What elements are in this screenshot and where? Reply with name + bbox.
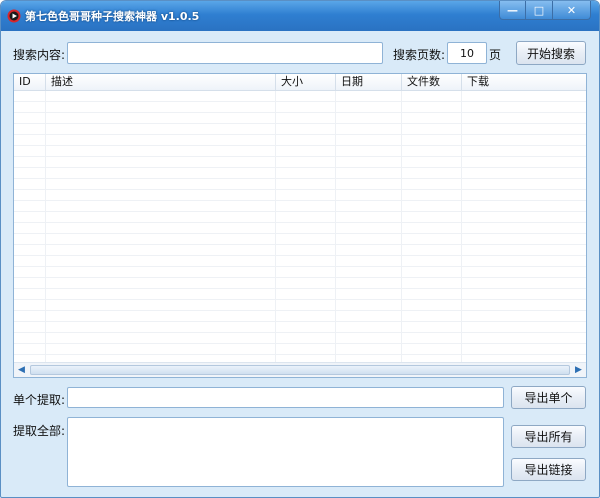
search-input[interactable] — [67, 42, 383, 64]
export-all-button[interactable]: 导出所有 — [511, 425, 586, 448]
close-icon: ✕ — [567, 4, 576, 17]
search-pages-label: 搜索页数: — [393, 46, 445, 63]
column-header-size[interactable]: 大小 — [276, 74, 336, 91]
chevron-left-icon: ◀ — [18, 365, 25, 375]
minimize-button[interactable]: — — [499, 1, 526, 20]
maximize-button[interactable]: □ — [526, 1, 553, 20]
app-window: 第七色色哥哥种子搜索神器 v1.0.5 — □ ✕ 搜索内容: 搜索页数: 页 … — [0, 0, 600, 498]
scroll-right-button[interactable]: ▶ — [571, 363, 586, 377]
scroll-thumb[interactable] — [30, 365, 570, 375]
export-single-button[interactable]: 导出单个 — [511, 386, 586, 409]
extract-all-label: 提取全部: — [13, 422, 65, 439]
window-title: 第七色色哥哥种子搜索神器 v1.0.5 — [25, 8, 199, 24]
search-pages-input[interactable] — [447, 42, 487, 64]
results-list-body[interactable] — [14, 91, 586, 362]
close-button[interactable]: ✕ — [553, 1, 591, 20]
search-content-label: 搜索内容: — [13, 46, 65, 63]
start-search-button[interactable]: 开始搜索 — [516, 41, 586, 65]
export-links-button[interactable]: 导出链接 — [511, 458, 586, 481]
column-header-id[interactable]: ID — [14, 74, 46, 91]
app-logo-icon — [7, 9, 21, 23]
single-extract-label: 单个提取: — [13, 391, 65, 408]
single-extract-input[interactable] — [67, 387, 504, 408]
results-list[interactable]: ID 描述 大小 日期 文件数 下载 ◀ ▶ — [13, 73, 587, 378]
chevron-right-icon: ▶ — [575, 365, 582, 375]
column-header-file-count[interactable]: 文件数 — [402, 74, 462, 91]
results-list-header: ID 描述 大小 日期 文件数 下载 — [14, 74, 586, 91]
minimize-icon: — — [507, 4, 518, 17]
scroll-left-button[interactable]: ◀ — [14, 363, 29, 377]
search-pages-unit: 页 — [489, 46, 501, 63]
column-header-download[interactable]: 下载 — [462, 74, 586, 91]
horizontal-scrollbar[interactable]: ◀ ▶ — [14, 362, 586, 377]
column-header-description[interactable]: 描述 — [46, 74, 276, 91]
column-header-date[interactable]: 日期 — [336, 74, 402, 91]
title-bar[interactable]: 第七色色哥哥种子搜索神器 v1.0.5 — □ ✕ — [1, 1, 599, 31]
maximize-icon: □ — [534, 4, 544, 17]
window-controls: — □ ✕ — [499, 1, 591, 21]
extract-all-textarea[interactable] — [67, 417, 504, 487]
